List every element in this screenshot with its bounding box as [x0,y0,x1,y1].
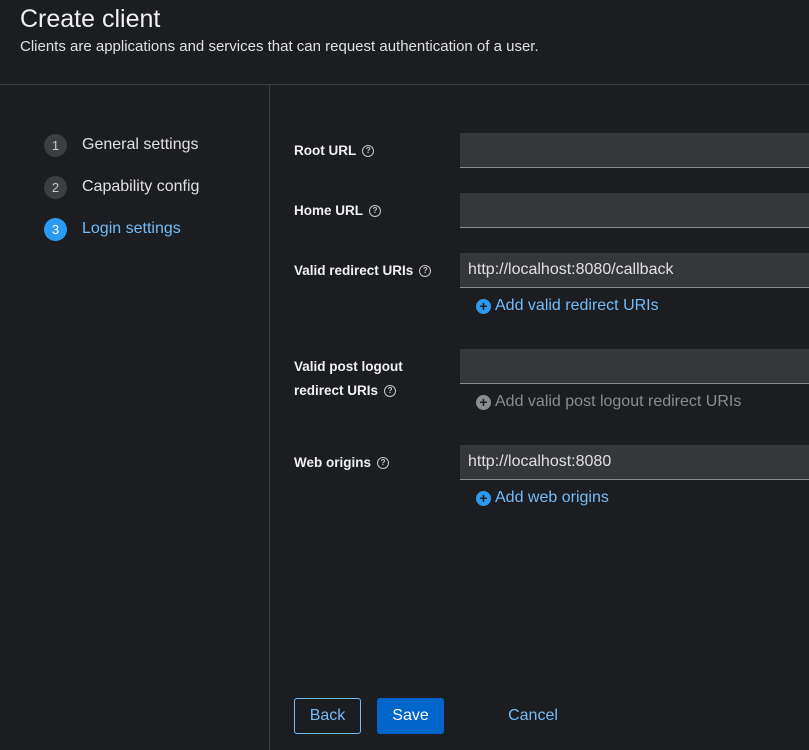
page-title: Create client [20,5,161,33]
root-url-label-text: Root URL [294,143,357,158]
wizard-step-general-settings[interactable]: 1 General settings [44,133,199,157]
step-number: 1 [44,133,67,157]
add-valid-post-logout-redirect-uris-button[interactable]: + Add valid post logout redirect URIs [476,392,741,412]
plus-circle-icon: + [476,490,491,506]
back-button[interactable]: Back [294,698,361,734]
valid-post-logout-redirect-uris-input[interactable] [460,349,809,384]
label-line-2: redirect URIs [294,383,379,398]
wizard-step-login-settings[interactable]: 3 Login settings [44,217,181,241]
home-url-label-text: Home URL [294,203,364,218]
step-label: General settings [82,136,199,153]
web-origins-input[interactable] [460,445,809,480]
valid-redirect-uris-label-text: Valid redirect URIs [294,263,414,278]
help-icon[interactable]: ? [362,145,375,158]
root-url-input[interactable] [460,133,809,168]
add-link-label: Add valid redirect URIs [495,297,659,314]
wizard-step-capability-config[interactable]: 2 Capability config [44,175,199,199]
step-label: Login settings [82,220,181,237]
add-link-label: Add web origins [495,489,609,506]
root-url-label: Root URL? [294,139,375,163]
valid-post-logout-redirect-uris-label: Valid post logout redirect URIs? [294,355,403,403]
valid-redirect-uris-input[interactable] [460,253,809,288]
help-icon[interactable]: ? [377,457,390,470]
label-line-1: Valid post logout [294,359,403,374]
save-button[interactable]: Save [377,698,444,734]
add-valid-redirect-uris-button[interactable]: + Add valid redirect URIs [476,296,659,316]
step-number: 3 [44,217,67,241]
help-icon[interactable]: ? [419,265,432,278]
add-link-label: Add valid post logout redirect URIs [495,393,742,410]
step-label: Capability config [82,178,200,195]
web-origins-label-text: Web origins [294,455,372,470]
home-url-label: Home URL? [294,199,382,223]
plus-circle-icon: + [476,394,491,410]
page-header: Create client Clients are applications a… [0,0,809,85]
step-number: 2 [44,175,67,199]
plus-circle-icon: + [476,298,491,314]
home-url-input[interactable] [460,193,809,228]
help-icon[interactable]: ? [369,205,382,218]
web-origins-label: Web origins? [294,451,390,475]
add-web-origins-button[interactable]: + Add web origins [476,488,609,508]
valid-redirect-uris-label: Valid redirect URIs? [294,259,432,283]
cancel-button[interactable]: Cancel [494,698,572,734]
help-icon[interactable]: ? [384,385,397,398]
page-subtitle: Clients are applications and services th… [20,38,539,55]
